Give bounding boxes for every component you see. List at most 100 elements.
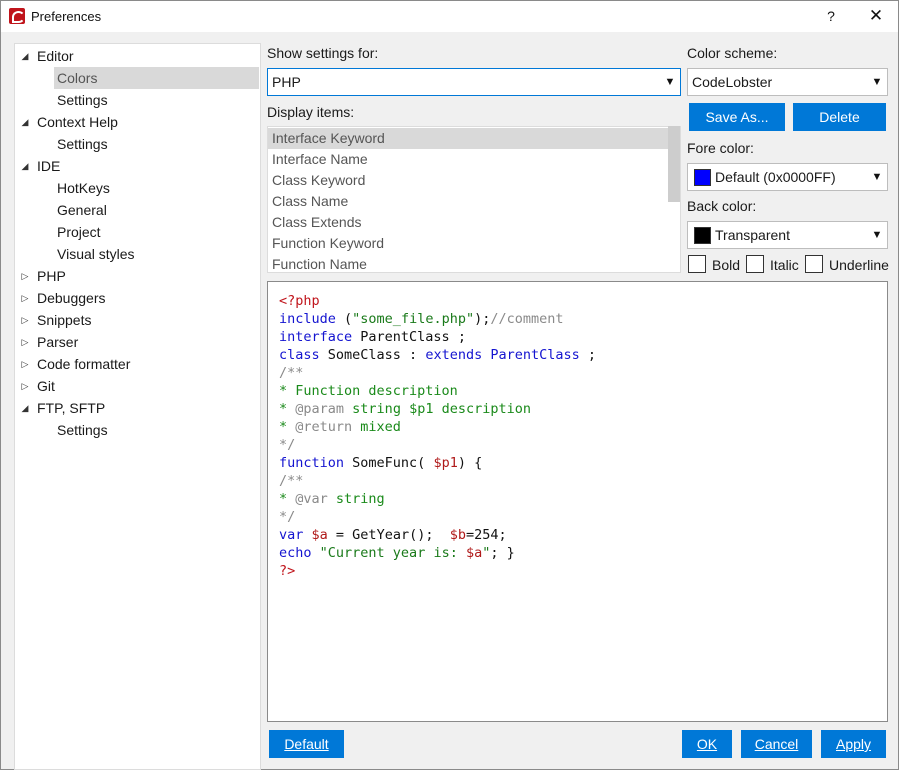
tree-item[interactable]: ◢ Context Help: [15, 111, 260, 133]
expanded-triangle-icon[interactable]: ◢: [19, 45, 31, 67]
delete-button[interactable]: Delete: [793, 103, 886, 131]
code-token: */: [279, 509, 296, 525]
code-line: <?php: [279, 292, 320, 310]
display-item[interactable]: Function Name: [268, 254, 668, 272]
display-item[interactable]: Function Keyword: [268, 233, 668, 254]
tree-item-label: Colors: [54, 67, 259, 89]
tree-item[interactable]: Colors: [15, 67, 260, 89]
display-item[interactable]: Class Keyword: [268, 170, 668, 191]
code-token: @var: [295, 491, 328, 507]
code-line: */: [279, 508, 295, 526]
tree-item-label: Visual styles: [57, 246, 135, 262]
tree-item-label: FTP, SFTP: [37, 400, 106, 416]
tree-item[interactable]: ◢ FTP, SFTP: [15, 397, 260, 419]
code-token: ?>: [279, 563, 296, 579]
italic-label: Italic: [770, 257, 799, 273]
display-item[interactable]: Class Name: [268, 191, 668, 212]
fore-color-swatch: [694, 169, 711, 186]
code-token: $b: [449, 527, 466, 543]
display-items-list[interactable]: Interface Keyword Interface Name Class Key…: [267, 126, 681, 273]
tree-item[interactable]: ◢ Editor: [15, 45, 260, 67]
code-line: ?>: [279, 562, 295, 580]
code-line: * @return mixed: [279, 418, 401, 436]
collapsed-triangle-icon[interactable]: ▷: [19, 331, 31, 353]
close-button[interactable]: ✕: [861, 4, 891, 28]
back-color-swatch: [694, 227, 711, 244]
italic-checkbox[interactable]: [746, 255, 764, 273]
tree-item-label: Context Help: [37, 114, 118, 130]
code-line: class SomeClass : extends ParentClass ;: [279, 346, 596, 364]
tree-item-label: Settings: [57, 422, 108, 438]
fore-color-combo[interactable]: Default (0x0000FF) ▼: [687, 163, 888, 191]
code-token: *: [279, 419, 296, 435]
fore-color-value: Default (0x0000FF): [715, 169, 836, 185]
app-icon: [9, 8, 25, 24]
tree-item[interactable]: Settings: [15, 133, 260, 155]
code-token: function: [279, 455, 345, 471]
tree-item[interactable]: ▷ Snippets: [15, 309, 260, 331]
tree-item[interactable]: ▷ PHP: [15, 265, 260, 287]
show-settings-value: PHP: [272, 74, 301, 90]
save-as-button[interactable]: Save As...: [689, 103, 785, 131]
show-settings-label: Show settings for:: [267, 45, 379, 61]
code-token: ; }: [490, 545, 515, 561]
help-button[interactable]: ?: [817, 4, 845, 28]
code-line: echo "Current year is: $a"; }: [279, 544, 515, 562]
show-settings-combo[interactable]: PHP ▼: [267, 68, 681, 96]
default-button[interactable]: Default: [269, 730, 344, 758]
display-item[interactable]: Interface Keyword: [268, 128, 668, 149]
tree-item[interactable]: ▷ Debuggers: [15, 287, 260, 309]
tree-item[interactable]: ▷ Code formatter: [15, 353, 260, 375]
tree-item[interactable]: Project: [15, 221, 260, 243]
code-line: * @var string: [279, 490, 385, 508]
tree-item[interactable]: General: [15, 199, 260, 221]
expanded-triangle-icon[interactable]: ◢: [19, 155, 31, 177]
color-scheme-combo[interactable]: CodeLobster ▼: [687, 68, 888, 96]
tree-item[interactable]: ▷ Git: [15, 375, 260, 397]
display-item[interactable]: Class Extends: [268, 212, 668, 233]
expanded-triangle-icon[interactable]: ◢: [19, 397, 31, 419]
code-token: */: [279, 437, 296, 453]
collapsed-triangle-icon[interactable]: ▷: [19, 375, 31, 397]
tree-item-label: PHP: [37, 268, 66, 284]
display-items-label: Display items:: [267, 104, 355, 120]
apply-button[interactable]: Apply: [821, 730, 886, 758]
expanded-triangle-icon[interactable]: ◢: [19, 111, 31, 133]
tree-item[interactable]: Settings: [15, 419, 260, 441]
chevron-down-icon: ▼: [871, 171, 883, 183]
display-item[interactable]: Interface Name: [268, 149, 668, 170]
code-token: $a: [311, 527, 328, 543]
code-token: /**: [279, 473, 304, 489]
title-bar: Preferences ? ✕: [1, 1, 898, 32]
ok-button[interactable]: OK: [682, 730, 732, 758]
code-token: class: [279, 347, 320, 363]
back-color-combo[interactable]: Transparent ▼: [687, 221, 888, 249]
code-token: interface: [279, 329, 353, 345]
code-token: = GetYear();: [327, 527, 450, 543]
code-token: =254;: [465, 527, 507, 543]
tree-item[interactable]: HotKeys: [15, 177, 260, 199]
collapsed-triangle-icon[interactable]: ▷: [19, 287, 31, 309]
code-token: ParentClass ;: [352, 329, 466, 345]
cancel-button[interactable]: Cancel: [741, 730, 812, 758]
fore-color-label: Fore color:: [687, 140, 754, 156]
code-line: * Function description: [279, 382, 458, 400]
tree-item[interactable]: Settings: [15, 89, 260, 111]
bold-checkbox[interactable]: [688, 255, 706, 273]
code-token: <?php: [279, 293, 320, 309]
tree-item[interactable]: ▷ Parser: [15, 331, 260, 353]
code-token: string $p1 description: [344, 401, 531, 417]
code-token: string: [327, 491, 385, 507]
collapsed-triangle-icon[interactable]: ▷: [19, 309, 31, 331]
list-scrollbar-thumb[interactable]: [668, 126, 680, 202]
tree-item[interactable]: Visual styles: [15, 243, 260, 265]
collapsed-triangle-icon[interactable]: ▷: [19, 353, 31, 375]
cancel-button-label: Cancel: [754, 736, 799, 752]
tree-item[interactable]: ◢ IDE: [15, 155, 260, 177]
code-token: echo: [279, 545, 312, 561]
collapsed-triangle-icon[interactable]: ▷: [19, 265, 31, 287]
underline-checkbox[interactable]: [805, 255, 823, 273]
code-line: interface ParentClass ;: [279, 328, 466, 346]
chevron-down-icon: ▼: [871, 229, 883, 241]
